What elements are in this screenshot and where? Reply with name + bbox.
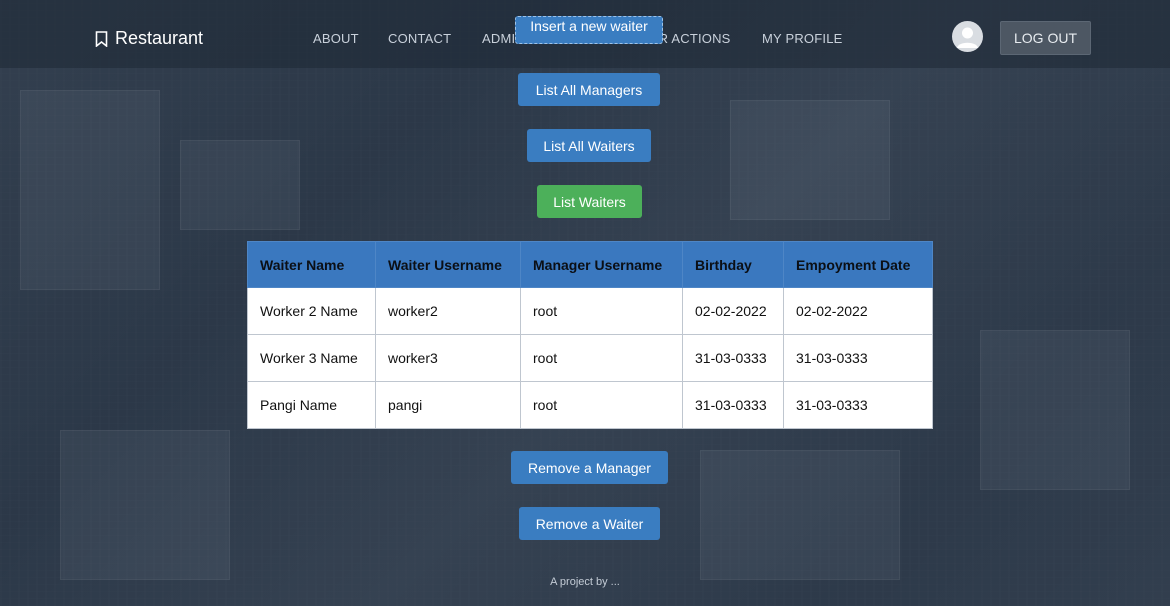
- table-cell: Pangi Name: [247, 381, 376, 429]
- insert-waiter-button[interactable]: Insert a new waiter: [515, 16, 663, 44]
- table-cell: Worker 2 Name: [247, 287, 376, 335]
- table-cell: root: [520, 381, 683, 429]
- nav-about[interactable]: ABOUT: [313, 31, 359, 46]
- table-cell: pangi: [375, 381, 521, 429]
- nav-my-profile[interactable]: MY PROFILE: [762, 31, 843, 46]
- list-all-waiters-button[interactable]: List All Waiters: [527, 129, 651, 162]
- table-row: Worker 3 Name worker3 root 31-03-0333 31…: [247, 334, 933, 382]
- table-header-row: Waiter Name Waiter Username Manager User…: [247, 241, 933, 288]
- table-cell: 31-03-0333: [682, 334, 784, 382]
- bookmark-icon: [95, 30, 108, 47]
- column-header: Birthday: [682, 241, 784, 288]
- list-managers-button[interactable]: List All Managers: [518, 73, 660, 106]
- column-header: Waiter Name: [247, 241, 376, 288]
- table-cell: 31-03-0333: [783, 334, 933, 382]
- background-page: [60, 430, 230, 580]
- table-row: Worker 2 Name worker2 root 02-02-2022 02…: [247, 287, 933, 335]
- table-cell: 31-03-0333: [783, 381, 933, 429]
- background-page: [20, 90, 160, 290]
- table-cell: worker3: [375, 334, 521, 382]
- table-cell: root: [520, 287, 683, 335]
- footer-text: A project by ...: [550, 576, 620, 588]
- table-cell: worker2: [375, 287, 521, 335]
- column-header: Manager Username: [520, 241, 683, 288]
- user-icon: [957, 27, 978, 48]
- nav-contact[interactable]: CONTACT: [388, 31, 451, 46]
- logout-button[interactable]: LOG OUT: [1000, 21, 1091, 55]
- column-header: Empoyment Date: [783, 241, 933, 288]
- column-header: Waiter Username: [375, 241, 521, 288]
- table-cell: root: [520, 334, 683, 382]
- table-cell: Worker 3 Name: [247, 334, 376, 382]
- waiters-table: Waiter Name Waiter Username Manager User…: [247, 241, 933, 429]
- background-page: [980, 330, 1130, 490]
- table-cell: 02-02-2022: [783, 287, 933, 335]
- brand-name: Restaurant: [115, 28, 204, 48]
- remove-waiter-button[interactable]: Remove a Waiter: [519, 507, 660, 540]
- background-page: [730, 100, 890, 220]
- background-page: [700, 450, 900, 580]
- list-waiters-button[interactable]: List Waiters: [537, 185, 642, 218]
- avatar[interactable]: [952, 21, 983, 52]
- table-row: Pangi Name pangi root 31-03-0333 31-03-0…: [247, 381, 933, 429]
- remove-manager-button[interactable]: Remove a Manager: [511, 451, 668, 484]
- table-cell: 02-02-2022: [682, 287, 784, 335]
- table-cell: 31-03-0333: [682, 381, 784, 429]
- background-page: [180, 140, 300, 230]
- brand-link[interactable]: Restaurant: [95, 28, 203, 49]
